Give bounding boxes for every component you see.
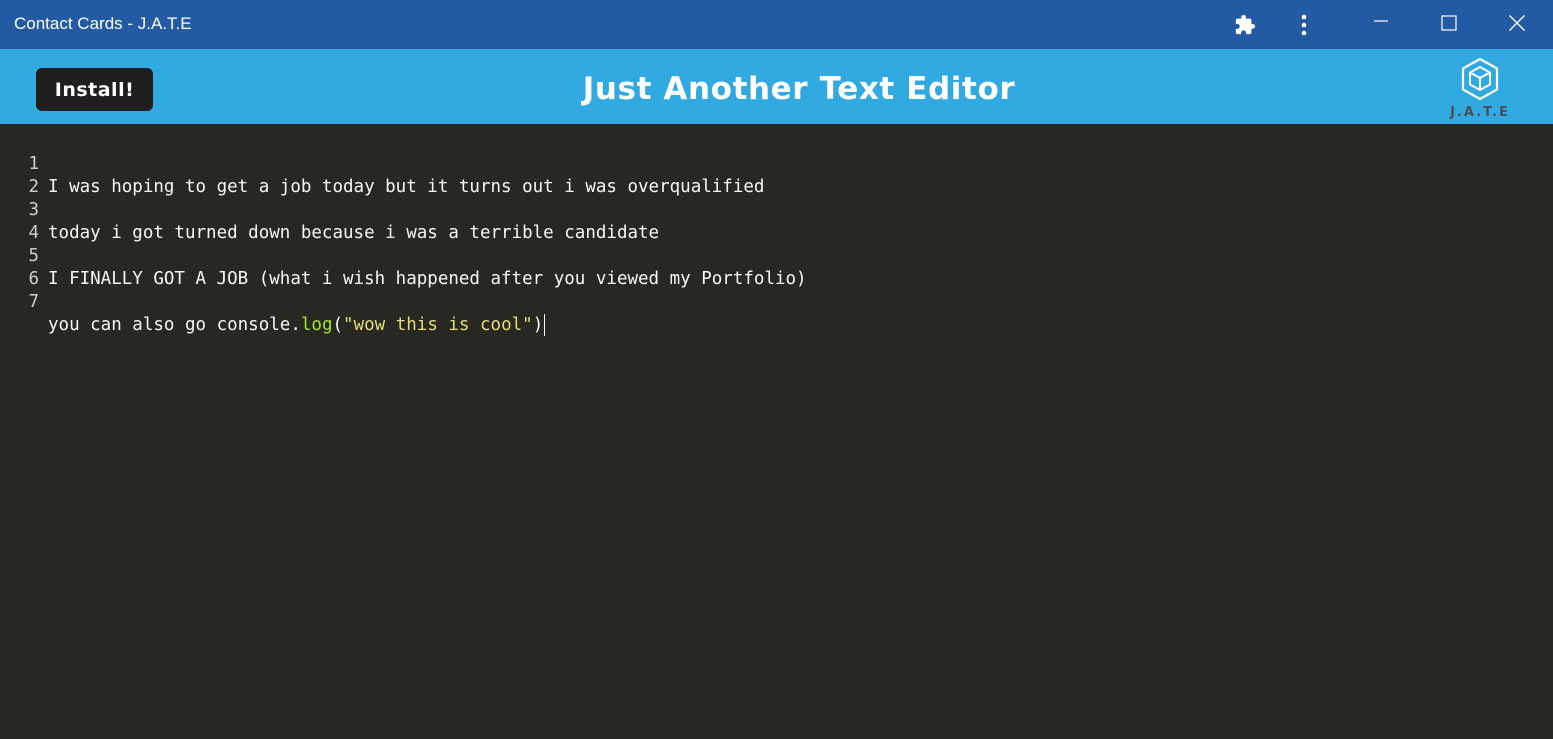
browser-menu-button[interactable] xyxy=(1286,0,1322,49)
hexagon-cube-logo-icon xyxy=(1461,57,1499,101)
text-cursor xyxy=(544,314,546,336)
puzzle-piece-icon xyxy=(1235,14,1256,34)
minimize-button[interactable] xyxy=(1352,0,1410,49)
editor-line[interactable]: 5 I FINALLY GOT A JOB (what i wish happe… xyxy=(0,222,806,289)
app-header: Install! Just Another Text Editor J.A.T.… xyxy=(0,49,1553,124)
editor-line[interactable]: 3 today i got turned down because i was … xyxy=(0,176,659,243)
vertical-ellipsis-icon xyxy=(1301,14,1307,35)
page-title: Just Another Text Editor xyxy=(582,71,1016,107)
install-button[interactable]: Install! xyxy=(36,68,153,111)
app-window: Contact Cards - J.A.T.E Install! Just An… xyxy=(0,0,1553,739)
code-paren: ) xyxy=(532,315,544,335)
minimize-icon xyxy=(1374,19,1388,22)
maximize-icon xyxy=(1441,14,1457,31)
editor-line[interactable]: 4 xyxy=(0,199,63,243)
line-text[interactable]: today i got turned down because i was a … xyxy=(48,222,659,245)
window-title: Contact Cards - J.A.T.E xyxy=(14,14,192,33)
line-text[interactable]: I FINALLY GOT A JOB (what i wish happene… xyxy=(48,268,807,291)
logo: J.A.T.E xyxy=(1440,55,1520,121)
close-button[interactable] xyxy=(1488,0,1546,49)
close-icon xyxy=(1509,14,1525,31)
logo-text: J.A.T.E xyxy=(1450,105,1510,120)
code-paren: ( xyxy=(332,315,344,335)
extensions-button[interactable] xyxy=(1226,0,1264,49)
maximize-button[interactable] xyxy=(1420,0,1478,49)
code-text: you can also go console. xyxy=(48,315,301,335)
editor-line[interactable]: 1 I was hoping to get a job today but it… xyxy=(0,130,764,197)
code-function-token: log xyxy=(300,315,333,335)
line-text[interactable]: I was hoping to get a job today but it t… xyxy=(48,176,764,199)
line-number: 7 xyxy=(28,292,39,312)
editor-line[interactable]: 6 xyxy=(0,245,63,289)
line-text[interactable]: you can also go console.log("wow this is… xyxy=(48,314,546,337)
code-editor[interactable]: 1 I was hoping to get a job today but it… xyxy=(0,124,1553,739)
editor-line[interactable]: 7 you can also go console.log("wow this … xyxy=(0,268,546,336)
editor-line[interactable]: 2 xyxy=(0,153,63,197)
code-string-token: "wow this is cool" xyxy=(343,315,533,335)
title-bar: Contact Cards - J.A.T.E xyxy=(0,0,1553,49)
